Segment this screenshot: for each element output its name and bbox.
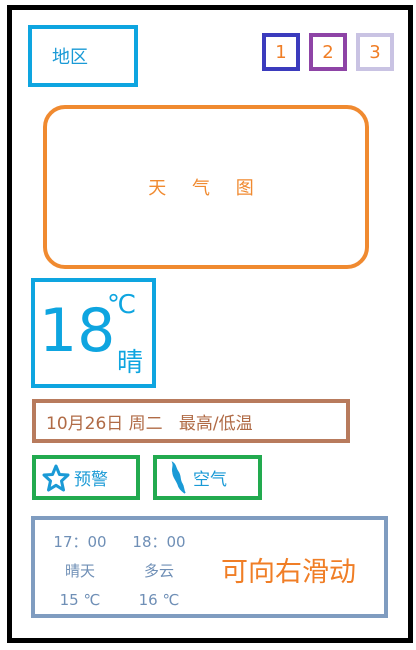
current-weather-panel: 18 ℃ 晴	[31, 278, 156, 388]
weather-condition: 晴	[117, 348, 144, 378]
date-info-bar: 10月26日 周二 最高/低温	[32, 399, 350, 443]
forecast-time: 17：00	[53, 533, 107, 551]
swipe-hint: 可向右滑动	[221, 557, 356, 588]
page-button-2[interactable]: 2	[309, 33, 347, 71]
region-selector[interactable]: 地区	[28, 25, 138, 87]
warning-label: 预警	[74, 470, 108, 490]
page-label: 3	[369, 41, 381, 63]
hourly-forecast-panel[interactable]: 17：00 晴天 15 ℃ 18：00 多云 16 ℃ 可向右滑动	[31, 516, 388, 618]
weather-map[interactable]: 天 气 图	[43, 105, 369, 269]
page-button-1[interactable]: 1	[262, 33, 300, 71]
forecast-condition: 多云	[143, 562, 174, 580]
page-label: 1	[275, 41, 287, 63]
region-label: 地区	[52, 47, 88, 68]
forecast-condition: 晴天	[64, 562, 95, 580]
temperature-value: 18	[39, 296, 116, 366]
forecast-time: 18：00	[132, 533, 186, 551]
air-label: 空气	[193, 470, 227, 490]
date-text: 10月26日 周二 最高/低温	[46, 413, 253, 434]
star-icon	[42, 464, 70, 491]
forecast-temp: 16 ℃	[138, 591, 180, 609]
air-quality-button[interactable]: 空气	[153, 455, 262, 500]
forecast-temp: 15 ℃	[59, 591, 101, 609]
page-label: 2	[322, 41, 334, 63]
temperature-unit: ℃	[107, 290, 137, 320]
warning-button[interactable]: 预警	[32, 455, 140, 500]
page-button-3[interactable]: 3	[356, 33, 394, 71]
forecast-item: 18：00 多云 16 ℃	[124, 528, 194, 615]
weather-map-label: 天 气 图	[148, 178, 264, 199]
forecast-item: 17：00 晴天 15 ℃	[45, 528, 115, 615]
wind-icon	[171, 460, 186, 494]
